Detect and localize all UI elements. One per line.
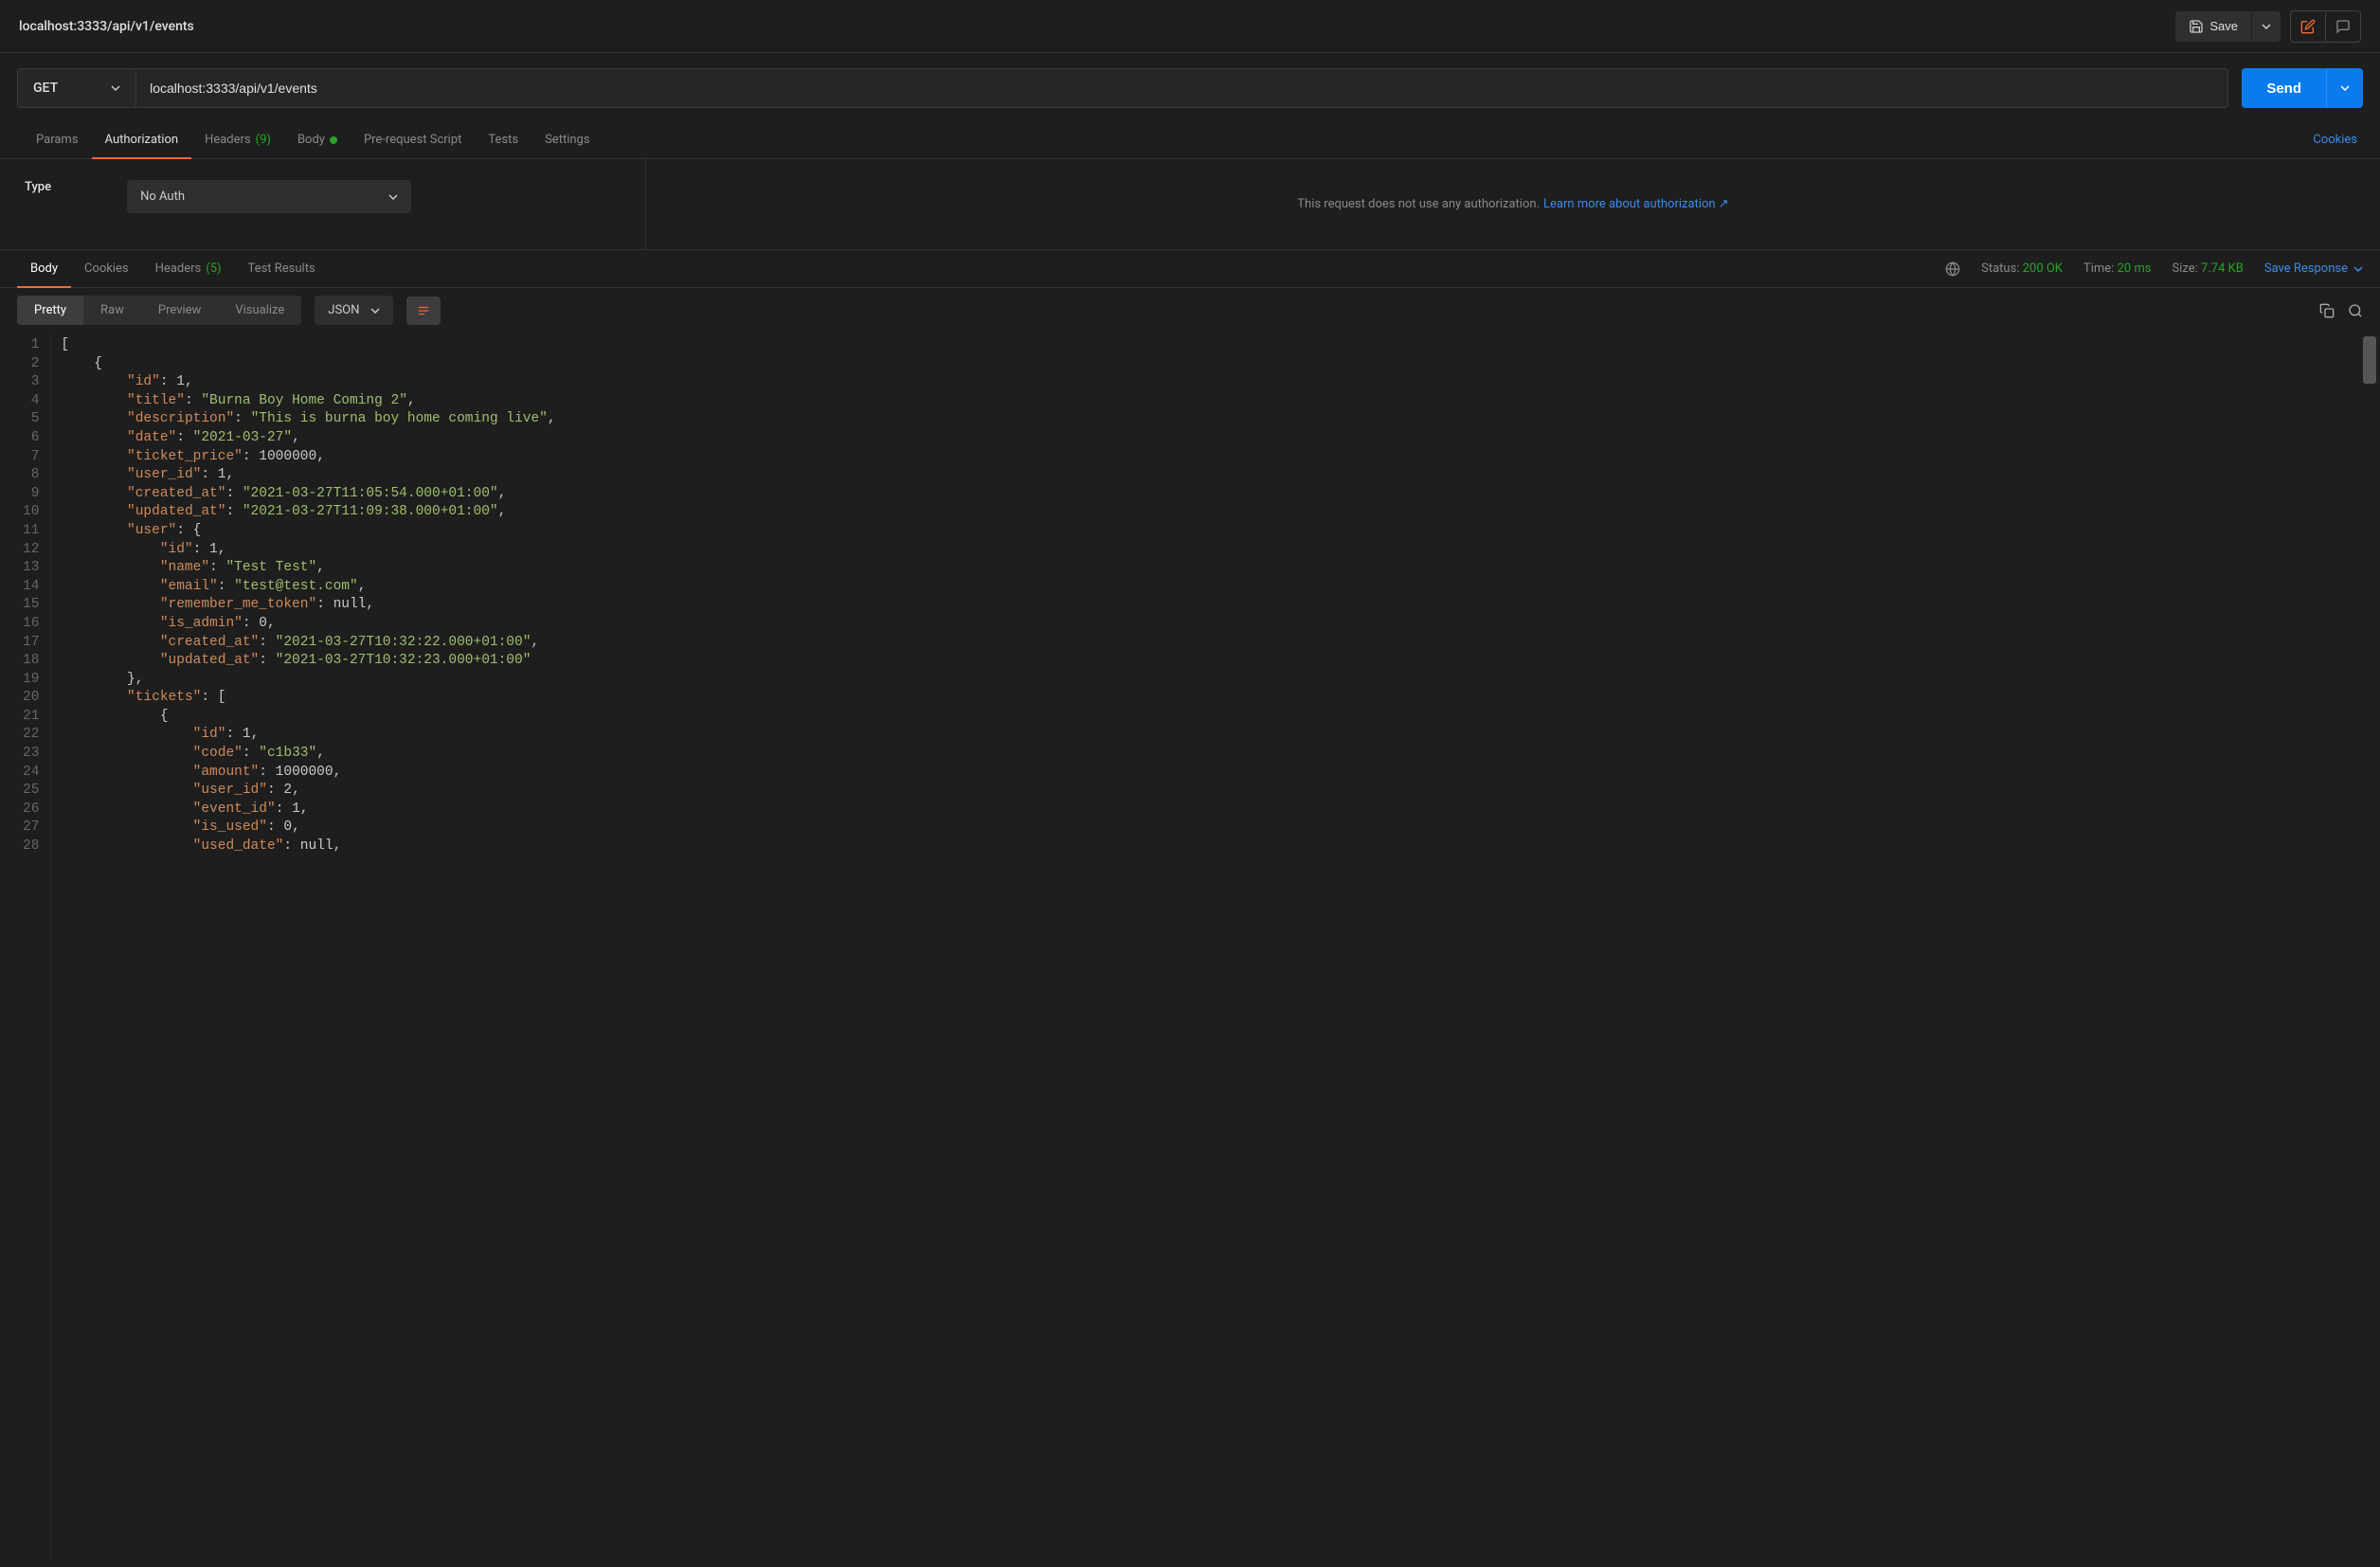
- auth-type-select[interactable]: No Auth: [127, 180, 411, 213]
- auth-message: This request does not use any authorizat…: [646, 159, 2380, 249]
- size-value: 7.74 KB: [2201, 261, 2244, 276]
- view-preview[interactable]: Preview: [141, 296, 218, 325]
- save-response-label: Save Response: [2264, 261, 2348, 276]
- tab-params[interactable]: Params: [23, 121, 92, 158]
- breadcrumb: localhost:3333/api/v1/events: [19, 19, 2175, 34]
- top-actions: Save: [2175, 10, 2361, 43]
- tab-headers-label: Headers: [205, 133, 251, 147]
- formatter-toolbar: Pretty Raw Preview Visualize JSON: [0, 288, 2380, 333]
- method-select[interactable]: GET: [18, 69, 136, 107]
- res-tab-cookies[interactable]: Cookies: [71, 250, 142, 287]
- auth-type-value: No Auth: [140, 189, 185, 204]
- response-meta: Status: 200 OK Time: 20 ms Size: 7.74 KB…: [1945, 261, 2363, 277]
- response-editor[interactable]: 1234567891011121314151617181920212223242…: [0, 333, 2380, 1558]
- line-gutter: 1234567891011121314151617181920212223242…: [0, 333, 51, 1558]
- tab-body-label: Body: [298, 133, 325, 147]
- save-button[interactable]: Save: [2175, 11, 2251, 42]
- status-label: Status:: [1981, 261, 2019, 276]
- url-group: GET: [17, 68, 2228, 108]
- tab-headers-count: (9): [256, 133, 271, 147]
- view-visualize[interactable]: Visualize: [218, 296, 301, 325]
- res-tab-headers-label: Headers: [155, 261, 202, 276]
- request-row: GET Send: [0, 53, 2380, 121]
- globe-icon[interactable]: [1945, 261, 1960, 277]
- save-label: Save: [2209, 19, 2238, 33]
- wrap-lines-button[interactable]: [406, 297, 441, 325]
- auth-panel: Type No Auth This request does not use a…: [0, 159, 2380, 250]
- save-icon: [2189, 19, 2204, 34]
- status-group: Status: 200 OK: [1981, 261, 2063, 276]
- edit-icon[interactable]: [2291, 11, 2325, 42]
- res-tab-headers[interactable]: Headers (5): [142, 250, 235, 287]
- save-dropdown[interactable]: [2251, 11, 2281, 42]
- copy-icon[interactable]: [2319, 303, 2335, 318]
- search-icon[interactable]: [2348, 303, 2363, 318]
- tab-body[interactable]: Body: [284, 121, 351, 158]
- comment-icon[interactable]: [2325, 11, 2360, 42]
- res-tab-headers-count: (5): [206, 261, 221, 276]
- vertical-scrollbar[interactable]: [2363, 336, 2376, 384]
- topbar: localhost:3333/api/v1/events Save: [0, 0, 2380, 53]
- auth-type-label: Type: [25, 180, 51, 194]
- body-indicator-icon: [330, 136, 337, 144]
- status-value: 200 OK: [2023, 261, 2063, 276]
- tab-settings[interactable]: Settings: [532, 121, 603, 158]
- tab-authorization[interactable]: Authorization: [92, 122, 192, 159]
- view-mode-tabs: Pretty Raw Preview Visualize: [17, 296, 301, 325]
- cookies-link[interactable]: Cookies: [2313, 133, 2357, 147]
- url-input[interactable]: [136, 69, 2227, 107]
- tab-tests[interactable]: Tests: [475, 121, 532, 158]
- res-tab-body[interactable]: Body: [17, 251, 71, 288]
- time-group: Time: 20 ms: [2083, 261, 2152, 276]
- time-label: Time:: [2083, 261, 2114, 276]
- send-dropdown[interactable]: [2326, 68, 2363, 108]
- send-button[interactable]: Send: [2242, 68, 2326, 108]
- language-select[interactable]: JSON: [315, 296, 393, 325]
- auth-left: Type No Auth: [0, 159, 646, 249]
- res-tab-test-results[interactable]: Test Results: [235, 250, 329, 287]
- tab-prerequest[interactable]: Pre-request Script: [351, 121, 475, 158]
- size-label: Size:: [2173, 261, 2198, 276]
- view-pretty[interactable]: Pretty: [17, 296, 83, 325]
- language-value: JSON: [328, 303, 359, 317]
- code-content[interactable]: [ { "id": 1, "title": "Burna Boy Home Co…: [51, 333, 565, 1558]
- auth-message-text: This request does not use any authorizat…: [1297, 197, 1540, 211]
- size-group: Size: 7.74 KB: [2173, 261, 2244, 276]
- request-tabs: Params Authorization Headers (9) Body Pr…: [0, 121, 2380, 159]
- tab-headers[interactable]: Headers (9): [191, 121, 284, 158]
- time-value: 20 ms: [2118, 261, 2152, 276]
- response-tabs: Body Cookies Headers (5) Test Results St…: [0, 250, 2380, 288]
- view-raw[interactable]: Raw: [83, 296, 141, 325]
- auth-learn-more-link[interactable]: Learn more about authorization ↗: [1543, 197, 1729, 211]
- save-response-button[interactable]: Save Response: [2264, 261, 2363, 276]
- method-value: GET: [33, 81, 58, 96]
